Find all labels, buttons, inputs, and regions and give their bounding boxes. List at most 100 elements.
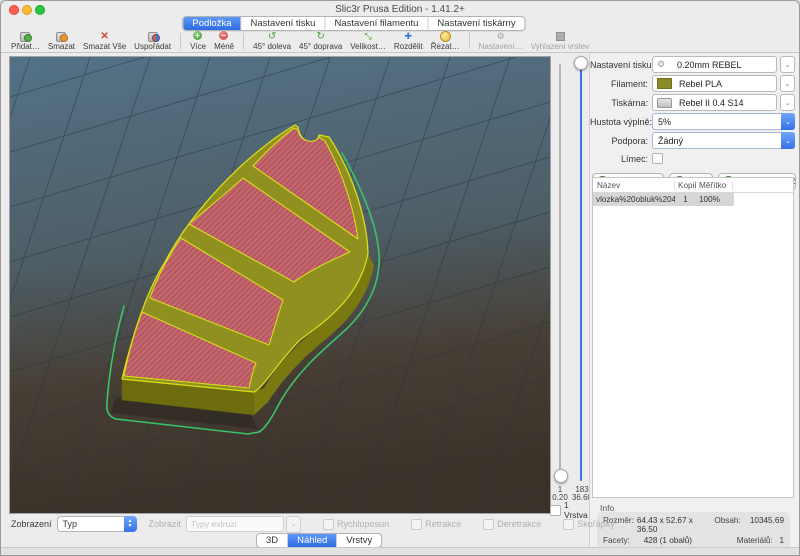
delete-object-icon (55, 31, 67, 42)
support-label: Podpora: (590, 136, 648, 146)
chevron-down-icon: ⌄ (781, 132, 795, 149)
filament-label: Filament: (590, 79, 648, 89)
table-row[interactable]: vlozka%20obluk%204.stl 1 100% (593, 193, 734, 206)
app-window: Slic3r Prusa Edition - 1.41.2+ Podložka … (0, 0, 800, 556)
object-name: vlozka%20obluk%204.stl (593, 195, 675, 204)
view-mode-label: Zobrazení (11, 519, 52, 529)
chevron-down-icon: ⌄ (785, 80, 791, 88)
materials-label: Materiálů: (737, 536, 780, 545)
printer-chevron[interactable]: ⌄ (780, 94, 795, 111)
brim-checkbox[interactable] (652, 153, 663, 164)
layer-slider-strip: 1 183 0.20 36.60 1 Vrstva (549, 56, 591, 516)
infill-density-select[interactable]: 5% ⌄ (652, 113, 795, 130)
split-button[interactable]: ✚ Rozdělit (394, 31, 423, 51)
printer-combo[interactable]: Rebel II 0.4 S14 (652, 94, 777, 111)
settings-sidebar: Nastavení tisku: ⚙ 0.20mm REBEL ⌄ Filame… (589, 53, 799, 555)
object-list-table[interactable]: Název Kopií Měřítko vlozka%20obluk%204.s… (592, 177, 794, 498)
gear-icon: ⚙ (657, 60, 670, 69)
chevron-down-icon: ⌄ (785, 99, 791, 107)
single-layer-checkbox[interactable] (550, 505, 561, 516)
object-scale: 100% (696, 195, 734, 204)
tab-nahled[interactable]: Náhled (287, 534, 336, 547)
show-label: Zobrazit (149, 519, 182, 529)
stepper-icon: ▲▼ (124, 516, 137, 532)
tab-nastaveni-tisku[interactable]: Nastavení tisku (241, 17, 325, 30)
more-copies-icon: + (192, 31, 204, 42)
tab-nastaveni-filamentu[interactable]: Nastavení filamentu (324, 17, 427, 30)
facets-value: 428 (1 obalů) (644, 536, 737, 545)
scale-icon: ⤡ (362, 31, 374, 42)
object-copies: 1 (675, 195, 696, 204)
tab-nastaveni-tiskarny[interactable]: Nastavení tiskárny (427, 17, 524, 30)
infill-density-label: Hustota výplně: (590, 117, 648, 127)
toolbar-separator (469, 33, 470, 49)
support-select[interactable]: Žádný ⌄ (652, 132, 795, 149)
layer-smoothing-button[interactable]: Vyhlazení vrstev (531, 31, 589, 51)
object-list-header: Název Kopií Měřítko (593, 178, 793, 193)
chevron-down-icon: ⌄ (781, 113, 795, 130)
volume-value: 10345.69 (750, 516, 784, 534)
delete-button[interactable]: Smazat (48, 31, 75, 51)
more-copies-button[interactable]: + Více (190, 31, 206, 51)
volume-label: Obsah: (714, 516, 750, 534)
rotate-left-button[interactable]: ↺ 45° doleva (253, 31, 291, 51)
cut-icon (439, 31, 451, 42)
facets-label: Facety: (603, 536, 644, 545)
rotate-left-icon: ↺ (266, 31, 278, 42)
fewer-copies-icon: − (218, 31, 230, 42)
lower-layer-slider[interactable] (559, 64, 561, 476)
chevron-down-icon: ⌄ (785, 61, 791, 69)
rotate-right-button[interactable]: ↻ 45° doprava (299, 31, 342, 51)
window-footer (1, 547, 799, 555)
unretractions-checkbox-group[interactable]: Deretrakce (483, 519, 541, 530)
printer-icon (657, 98, 672, 108)
arrange-button[interactable]: Uspořádat (134, 31, 171, 51)
window-title: Slic3r Prusa Edition - 1.41.2+ (1, 4, 799, 15)
settings-button[interactable]: ⚙ Nastavení… (479, 31, 523, 51)
print-settings-chevron[interactable]: ⌄ (780, 56, 795, 73)
layer-smoothing-icon (554, 31, 566, 42)
gcode-preview-canvas (10, 57, 550, 513)
settings-icon: ⚙ (495, 31, 507, 42)
toolbar-separator (243, 33, 244, 49)
scale-button[interactable]: ⤡ Velikost… (350, 31, 386, 51)
column-scale[interactable]: Měřítko (696, 181, 733, 190)
viewport-3d[interactable] (9, 56, 551, 514)
view-mode-select[interactable]: Typ ▲▼ (57, 516, 137, 532)
tab-podlozka[interactable]: Podložka (183, 17, 240, 30)
filament-color-swatch (657, 78, 672, 89)
fewer-copies-button[interactable]: − Méně (214, 31, 234, 51)
toolbar-separator (180, 33, 181, 49)
unretractions-checkbox[interactable] (483, 519, 494, 530)
retractions-checkbox[interactable] (411, 519, 422, 530)
column-copies[interactable]: Kopií (675, 181, 696, 190)
shells-checkbox[interactable] (563, 519, 574, 530)
upper-layer-slider[interactable] (580, 64, 582, 481)
retractions-checkbox-group[interactable]: Retrakce (411, 519, 461, 530)
title-bar: Slic3r Prusa Edition - 1.41.2+ (1, 1, 799, 16)
column-name[interactable]: Název (593, 181, 675, 190)
add-button[interactable]: Přidat… (11, 31, 40, 51)
main-tab-row: Podložka Nastavení tisku Nastavení filam… (1, 16, 799, 30)
upper-layer-knob[interactable] (574, 56, 588, 70)
delete-all-button[interactable]: ✕ Smazat Vše (83, 31, 126, 51)
travel-checkbox[interactable] (323, 519, 334, 530)
view-tab-row: 3D Náhled Vrstvy (256, 530, 382, 548)
delete-all-icon: ✕ (99, 31, 111, 42)
filament-combo[interactable]: Rebel PLA (652, 75, 777, 92)
travel-checkbox-group[interactable]: Rychloposun (323, 519, 389, 530)
brim-label: Límec: (590, 154, 648, 164)
chevron-down-icon: ⌄ (291, 520, 297, 528)
arrange-icon (147, 31, 159, 42)
tab-vrstvy[interactable]: Vrstvy (336, 534, 381, 547)
cut-button[interactable]: Řezat… (431, 31, 460, 51)
split-icon: ✚ (402, 31, 414, 42)
print-settings-combo[interactable]: ⚙ 0.20mm REBEL (652, 56, 777, 73)
printer-label: Tiskárna: (590, 98, 648, 108)
lower-layer-knob[interactable] (554, 469, 568, 483)
rotate-right-icon: ↻ (315, 31, 327, 42)
filament-chevron[interactable]: ⌄ (780, 75, 795, 92)
tab-3d[interactable]: 3D (257, 534, 287, 547)
shells-checkbox-group[interactable]: Skořápky (563, 519, 615, 530)
toolbar: Přidat… Smazat ✕ Smazat Vše Uspořádat + … (1, 30, 799, 53)
